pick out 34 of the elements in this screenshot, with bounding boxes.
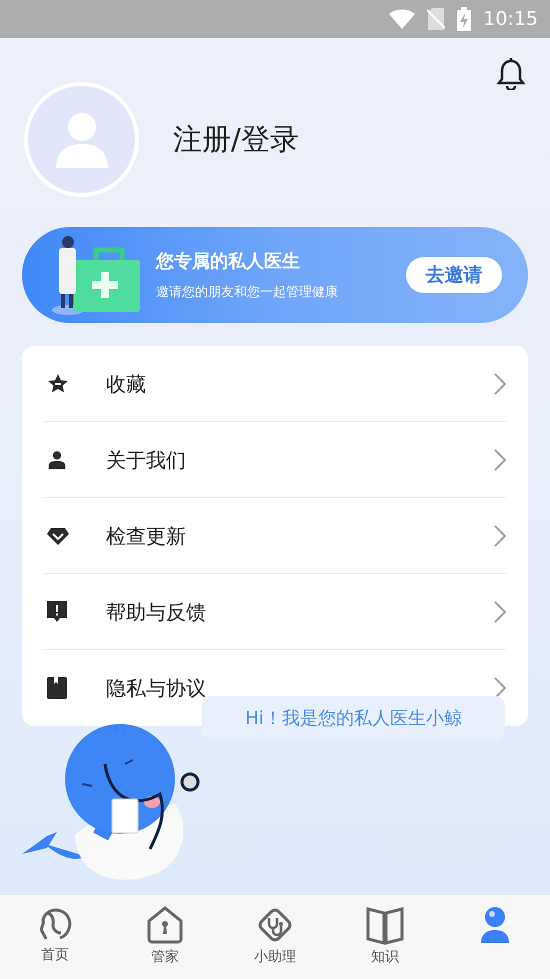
- nav-tab[interactable]: 知识: [330, 905, 440, 968]
- menu-label: 检查更新: [106, 522, 187, 550]
- nav-tab[interactable]: 管家: [110, 905, 220, 968]
- house-lock-icon: [145, 905, 185, 945]
- chevron-right-icon: [494, 600, 506, 622]
- menu-item[interactable]: 关于我们: [44, 422, 506, 498]
- book-icon: [46, 676, 68, 700]
- alert-icon: [46, 600, 68, 624]
- nav-tab[interactable]: 首页: [0, 905, 110, 966]
- menu-label: 关于我们: [106, 446, 187, 474]
- bubble-text: Hi！我是您的私人医生小鲸: [245, 706, 462, 730]
- menu-label: 帮助与反馈: [106, 598, 207, 626]
- wifi-icon: [389, 9, 416, 29]
- banner-subtitle: 邀请您的朋友和您一起管理健康: [156, 284, 339, 302]
- banner-title: 您专属的私人医生: [156, 250, 301, 274]
- menu-item[interactable]: 帮助与反馈: [44, 574, 506, 650]
- menu-item[interactable]: 检查更新: [44, 498, 506, 574]
- menu-label: 收藏: [106, 370, 147, 398]
- no-sim-icon: [427, 8, 446, 30]
- open-book-icon: [365, 905, 405, 945]
- clock-time: 10:15: [483, 6, 538, 32]
- notification-bell-icon[interactable]: [496, 58, 526, 90]
- login-link[interactable]: 注册/登录: [173, 118, 299, 162]
- person-icon: [46, 448, 68, 470]
- diamond-icon: [46, 526, 70, 546]
- menu-item[interactable]: 收藏: [44, 346, 506, 422]
- chevron-right-icon: [494, 677, 506, 699]
- menu-label: 隐私与协议: [106, 675, 207, 702]
- chevron-right-icon: [494, 524, 506, 546]
- nav-tab[interactable]: 小助理: [220, 905, 330, 968]
- battery-charging-icon: [457, 7, 472, 31]
- chevron-right-icon: [494, 372, 506, 394]
- chevron-right-icon: [494, 448, 506, 470]
- invite-button[interactable]: 去邀请: [406, 257, 502, 293]
